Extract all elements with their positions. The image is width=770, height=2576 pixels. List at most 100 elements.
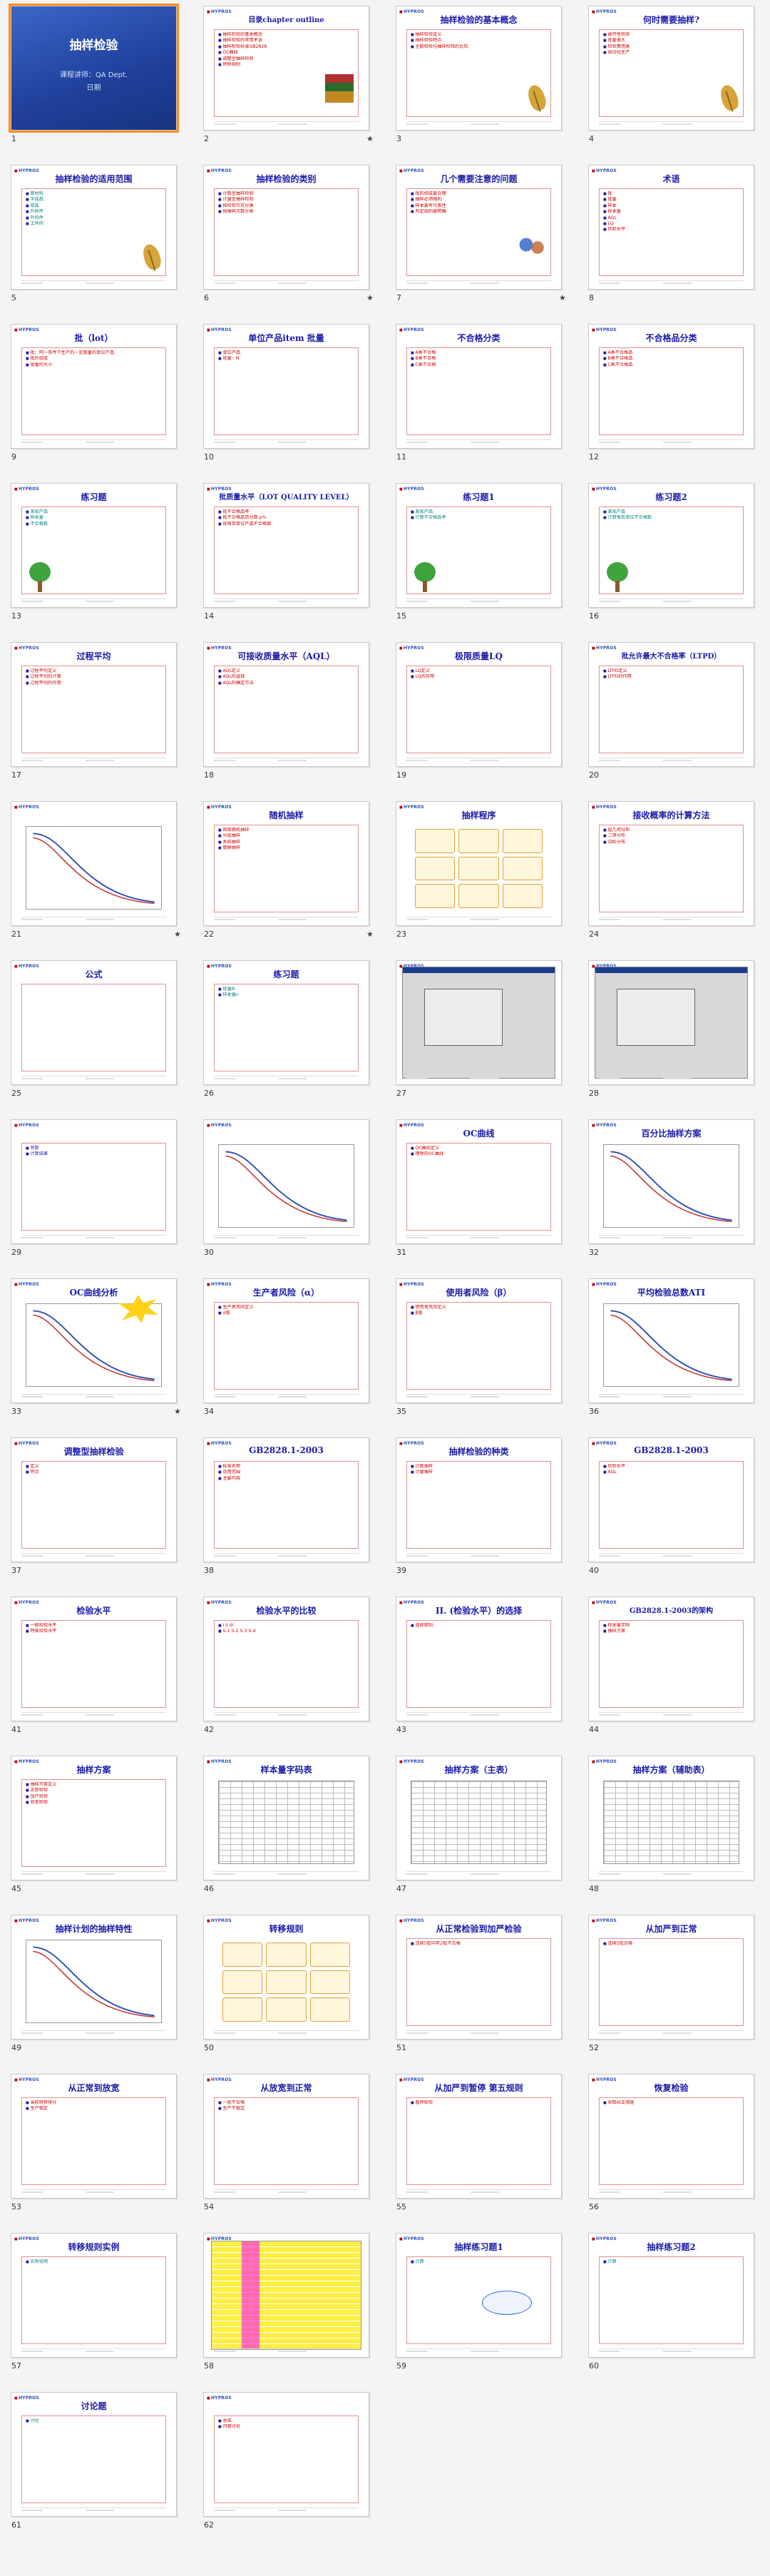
slide-thumbnail[interactable]: HYPROS抽样检验的适用范围原材料半成品成品外购件外协件工序间 <box>11 165 177 290</box>
bullet-list: 当前转移得分生产稳定 <box>22 2098 165 2114</box>
slide-thumbnail[interactable]: HYPROS百分比抽样方案 <box>588 1119 754 1244</box>
slide-thumbnail[interactable]: HYPROS练习题批量N样本量n <box>203 960 369 1085</box>
slide-thumbnail[interactable]: HYPROSGB2828.1-2003的架构样本量字码抽样方案 <box>588 1597 754 1721</box>
slide-thumbnail[interactable]: HYPROS抽样检验的类别计数型抽样检验计量型抽样检验按检验方式分类按抽样次数分… <box>203 165 369 290</box>
slide-footer <box>406 2348 551 2353</box>
slide-footer <box>21 1712 166 1716</box>
slide-thumbnail[interactable]: HYPROS抽样练习题1计算 <box>396 2233 562 2358</box>
slide-thumbnail[interactable]: HYPROS生产者风险（α）生产者风险定义α值 <box>203 1278 369 1403</box>
content-box: 抽样方案定义正常检验加严检验放宽检验 <box>21 1779 166 1867</box>
slide-thumbnail[interactable]: HYPROSGB2828.1-2003检验水平AQL <box>588 1437 754 1562</box>
slide-number: 62 <box>204 2520 214 2530</box>
slide-thumbnail[interactable]: HYPROS <box>203 1119 369 1244</box>
slide-thumbnail[interactable]: HYPROS练习题1某批产品计算不合格品率 <box>396 483 562 608</box>
slide-thumbnail[interactable]: HYPROS样本量字码表 <box>203 1756 369 1880</box>
slide-title: 抽样检验的种类 <box>448 1447 509 1457</box>
slide-thumbnail[interactable]: HYPROS从加严到暂停 第五规则暂停检验 <box>396 2074 562 2199</box>
slide-thumbnail[interactable]: HYPROS接收概率的计算方法超几何分布二项分布泊松分布 <box>588 801 754 926</box>
bullet-item: 某批产品 <box>26 509 162 515</box>
slide-thumbnail[interactable]: HYPROS调整型抽样检验定义特点 <box>11 1437 177 1562</box>
slide-cell: HYPROSII. (检验水平）的选择选择原则43 <box>385 1591 578 1750</box>
slide-thumbnail[interactable]: 抽样检验 课程讲师：QA Dept. 日期 <box>9 4 179 133</box>
slide-thumbnail[interactable]: HYPROS恢复检验采取纠正措施 <box>588 2074 754 2199</box>
slide-thumbnail[interactable]: HYPROS <box>11 801 177 926</box>
content-box: 连续5批中有2批不合格 <box>406 1938 551 2026</box>
slide-thumbnail[interactable]: HYPROS平均检验总数ATI <box>588 1278 754 1403</box>
slide-thumbnail[interactable]: HYPROS从加严到正常连续5批合格 <box>588 1915 754 2040</box>
slide-cell: HYPROS调整型抽样检验定义特点37 <box>0 1432 192 1591</box>
slide-thumbnail[interactable]: HYPROSII. (检验水平）的选择选择原则 <box>396 1597 562 1721</box>
slide-thumbnail[interactable]: HYPROSOC曲线OC曲线定义理想的OC曲线 <box>396 1119 562 1244</box>
slide-number: 18 <box>204 770 214 780</box>
bullet-list: 定义特点 <box>22 1462 165 1478</box>
slide-thumbnail[interactable]: HYPROS批（lot）批：同一条件下生产的一定数量的单位产品批的组成批量的大小 <box>11 324 177 449</box>
slide-title: 批质量水平（LOT QUALITY LEVEL） <box>219 494 354 502</box>
slide-title: 单位产品item 批量 <box>248 333 324 343</box>
slide-thumbnail[interactable]: HYPROS转移规则实例实例说明 <box>11 2233 177 2358</box>
slide-thumbnail[interactable]: HYPROS使用者风险（β）使用者风险定义β值 <box>396 1278 562 1403</box>
animation-star-icon: ★ <box>174 1407 181 1416</box>
company-logo: HYPROS <box>14 1123 39 1128</box>
slide-thumbnail[interactable]: HYPROS练习题某批产品样本量不合格数 <box>11 483 177 608</box>
slide-thumbnail[interactable]: HYPROS抽样程序 <box>396 801 562 926</box>
slide-thumbnail[interactable]: HYPROS练习题2某批产品计算每百单位不合格数 <box>588 483 754 608</box>
slide-number: 24 <box>589 930 599 939</box>
slide-thumbnail[interactable]: HYPROS何时需要抽样?破坏性检验批量很大检验费用高自动化生产 <box>588 6 754 131</box>
slide-thumbnail[interactable]: HYPROS抽样练习题2计算 <box>588 2233 754 2358</box>
slide-thumbnail[interactable]: HYPROS抽样方案（主表） <box>396 1756 562 1880</box>
slide-thumbnail[interactable]: HYPROS目录chapter outline抽样检验的基本概念抽样检验的常用术… <box>203 6 369 131</box>
slide-cell: HYPROS从正常到放宽当前转移得分生产稳定53 <box>0 2068 192 2227</box>
slide-thumbnail[interactable]: HYPROS <box>203 2233 369 2358</box>
slide-thumbnail[interactable]: HYPROS抽样检验的种类计数抽样计量抽样 <box>396 1437 562 1562</box>
slide-thumbnail[interactable]: HYPROS公式 <box>11 960 177 1085</box>
slide-thumbnail[interactable]: HYPROS从正常检验到加严检验连续5批中有2批不合格 <box>396 1915 562 2040</box>
slide-thumbnail[interactable]: HYPROS过程平均过程平均定义过程平均的计算过程平均的作用 <box>11 642 177 767</box>
slide-footer <box>406 121 551 126</box>
slide-thumbnail[interactable]: HYPROS <box>396 960 562 1085</box>
slide-thumbnail[interactable]: HYPROS检验水平的比较I II IIIS-1 S-2 S-3 S-4 <box>203 1597 369 1721</box>
bullet-item: 某批产品 <box>411 509 547 515</box>
slide-thumbnail[interactable]: HYPROS抽样方案（辅助表） <box>588 1756 754 1880</box>
slide-thumbnail[interactable]: HYPROS讨论题讨论 <box>11 2392 177 2517</box>
slide-thumbnail[interactable]: HYPROSGB2828.1-2003标准名称适用范围主要内容 <box>203 1437 369 1562</box>
content-box: 批量N样本量n <box>214 984 359 1071</box>
bullet-list: 抽样检验定义抽样检验特点全数检验与抽样检验的比较 <box>407 30 550 52</box>
slide-thumbnail[interactable]: HYPROS不合格分类A类不合格B类不合格C类不合格 <box>396 324 562 449</box>
slide-cell: HYPROS批质量水平（LOT QUALITY LEVEL）批不合格品率批不合格… <box>192 477 385 636</box>
slide-thumbnail[interactable]: HYPROSOC曲线分析 <box>11 1278 177 1403</box>
slide-footer <box>21 2508 166 2512</box>
slide-thumbnail[interactable]: HYPROS可接收质量水平（AQL）AQL定义AQL的选择AQL的确定方法 <box>203 642 369 767</box>
slide-cell: HYPROS抽样方案抽样方案定义正常检验加严检验放宽检验45 <box>0 1750 192 1909</box>
slide-thumbnail[interactable]: HYPROS从放宽到正常一批不合格生产不稳定 <box>203 2074 369 2199</box>
slide-thumbnail[interactable]: HYPROS抽样计划的抽样特性 <box>11 1915 177 2040</box>
slide-thumbnail[interactable]: HYPROS从正常到放宽当前转移得分生产稳定 <box>11 2074 177 2199</box>
slide-thumbnail[interactable]: HYPROS术语批批量样本样本量AQLLQ检验水平 <box>588 165 754 290</box>
slide-cell: HYPROS转移规则实例实例说明57 <box>0 2227 192 2386</box>
slide-thumbnail[interactable]: HYPROS几个需要注意的问题批的组成要合理抽样必须随机样本要有代表性判定规则要… <box>396 165 562 290</box>
slide-thumbnail[interactable]: HYPROS转移规则 <box>203 1915 369 2040</box>
slide-thumbnail[interactable]: HYPROS抽样检验的基本概念抽样检验定义抽样检验特点全数检验与抽样检验的比较 <box>396 6 562 131</box>
slide-title: 极限质量LQ <box>455 651 503 661</box>
oc-curve-plot <box>603 1144 739 1228</box>
flow-diagram <box>415 829 543 908</box>
slide-thumbnail[interactable]: HYPROS <box>588 960 754 1085</box>
bullet-item: 批量很大 <box>603 38 739 44</box>
bullet-item: 计数型抽样检验 <box>218 191 354 197</box>
slide-thumbnail[interactable]: HYPROS不合格品分类A类不合格品B类不合格品C类不合格品 <box>588 324 754 449</box>
slide-thumbnail[interactable]: HYPROS批质量水平（LOT QUALITY LEVEL）批不合格品率批不合格… <box>203 483 369 608</box>
bullet-item: β值 <box>411 1310 547 1316</box>
slide-thumbnail[interactable]: HYPROS检验水平一般检验水平特殊检验水平 <box>11 1597 177 1721</box>
flow-box <box>415 884 456 908</box>
slide-cell: HYPROS抽样练习题2计算60 <box>578 2227 770 2386</box>
color-coded-table <box>211 2241 361 2350</box>
slide-thumbnail[interactable]: HYPROS 总结问题讨论 <box>203 2392 369 2517</box>
slide-number: 48 <box>589 1884 599 1893</box>
slide-thumbnail[interactable]: HYPROS单位产品item 批量单位产品批量：N <box>203 324 369 449</box>
slide-thumbnail[interactable]: HYPROS 参数计算结果 <box>11 1119 177 1244</box>
slide-title: 抽样方案（辅助表） <box>632 1765 710 1775</box>
slide-thumbnail[interactable]: HYPROS抽样方案抽样方案定义正常检验加严检验放宽检验 <box>11 1756 177 1880</box>
slide-thumbnail[interactable]: HYPROS极限质量LQLQ定义LQ的作用 <box>396 642 562 767</box>
slide-thumbnail[interactable]: HYPROS随机抽样简单随机抽样分层抽样系统抽样整群抽样 <box>203 801 369 926</box>
slide-thumbnail[interactable]: HYPROS批允许最大不合格率（LTPD）LTPD定义LTPD的作用 <box>588 642 754 767</box>
content-box: 讨论 <box>21 2415 166 2503</box>
